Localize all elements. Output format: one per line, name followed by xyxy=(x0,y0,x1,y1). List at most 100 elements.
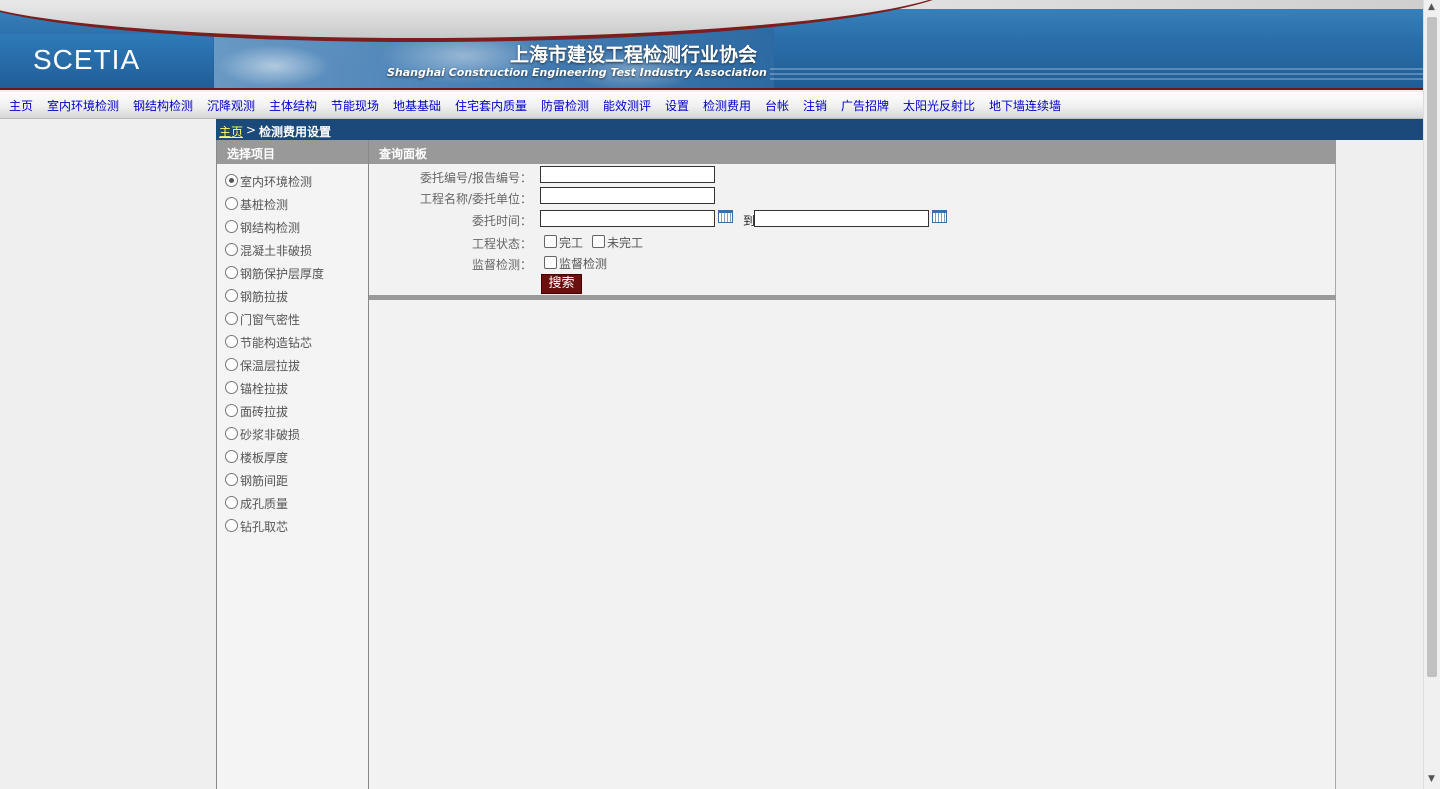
project-select-panel: 选择项目 室内环境检测基桩检测钢结构检测混凝土非破损 钢筋保护层厚度钢筋拉拔门窗气… xyxy=(216,140,369,789)
status-done-label: 完工 xyxy=(559,236,584,250)
project-select-header: 选择项目 xyxy=(217,140,368,164)
project-radio-option[interactable]: 钢筋间距 xyxy=(225,472,288,492)
checkbox-icon[interactable] xyxy=(544,256,557,269)
status-done-option[interactable]: 完工 xyxy=(544,234,583,251)
nav-item-foundation[interactable]: 地基基础 xyxy=(393,97,441,114)
project-radio-option[interactable]: 保温层拉拔 xyxy=(225,357,300,377)
project-radio-label: 钢结构检测 xyxy=(240,221,301,235)
project-radio-option[interactable]: 成孔质量 xyxy=(225,495,288,515)
logo: SCETIA xyxy=(33,44,141,75)
radio-icon[interactable] xyxy=(225,243,238,256)
radio-icon[interactable] xyxy=(225,266,238,279)
project-select-title: 选择项目 xyxy=(227,147,276,161)
project-radio-option[interactable]: 钢结构检测 xyxy=(225,219,300,239)
project-radio-label: 钢筋拉拔 xyxy=(240,290,289,304)
scroll-up-arrow-icon[interactable]: ▲ xyxy=(1428,2,1435,12)
project-input[interactable] xyxy=(540,187,715,204)
query-panel: 查询面板 委托编号/报告编号： 工程名称/委托单位： 委托时间： 到 工程状态：… xyxy=(368,140,1336,789)
calendar-icon[interactable] xyxy=(932,210,947,223)
time-from-input[interactable] xyxy=(540,210,715,227)
radio-icon[interactable] xyxy=(225,450,238,463)
nav-item-home[interactable]: 主页 xyxy=(9,97,33,114)
radio-icon[interactable] xyxy=(225,312,238,325)
search-button[interactable]: 搜索 xyxy=(541,274,582,294)
status-undone-option[interactable]: 未完工 xyxy=(592,234,643,251)
scroll-down-arrow-icon[interactable]: ▼ xyxy=(1428,774,1435,784)
results-area xyxy=(369,300,1335,789)
radio-icon[interactable] xyxy=(225,197,238,210)
main-nav: 主页 室内环境检测 钢结构检测 沉降观测 主体结构 节能现场 地基基础 住宅套内… xyxy=(0,92,1423,119)
project-radio-label: 钻孔取芯 xyxy=(240,520,289,534)
nav-item-lightning[interactable]: 防雷检测 xyxy=(541,97,589,114)
nav-item-energy-site[interactable]: 节能现场 xyxy=(331,97,379,114)
project-radio-label: 节能构造钻芯 xyxy=(240,336,313,350)
radio-icon[interactable] xyxy=(225,289,238,302)
banner-stripes xyxy=(770,68,1423,80)
project-radio-option[interactable]: 混凝土非破损 xyxy=(225,242,312,262)
nav-item-settlement[interactable]: 沉降观测 xyxy=(207,97,255,114)
project-radio-label: 钢筋间距 xyxy=(240,474,289,488)
radio-icon[interactable] xyxy=(225,427,238,440)
project-radio-option[interactable]: 面砖拉拔 xyxy=(225,403,288,423)
nav-item-fees[interactable]: 检测费用 xyxy=(703,97,751,114)
radio-icon[interactable] xyxy=(225,174,238,187)
supervise-label: 监督检测： xyxy=(471,258,532,272)
project-radio-option[interactable]: 楼板厚度 xyxy=(225,449,288,469)
banner-bottom-border xyxy=(0,88,1423,90)
checkbox-icon[interactable] xyxy=(592,235,605,248)
radio-icon[interactable] xyxy=(225,335,238,348)
project-radio-option[interactable]: 基桩检测 xyxy=(225,196,288,216)
scroll-thumb[interactable] xyxy=(1427,17,1437,677)
project-radio-label: 锚栓拉拔 xyxy=(240,382,289,396)
number-label: 委托编号/报告编号： xyxy=(419,171,532,185)
number-input[interactable] xyxy=(540,166,715,183)
site-title-cn: 上海市建设工程检测行业协会 xyxy=(510,44,758,66)
nav-item-logout[interactable]: 注销 xyxy=(803,97,827,114)
breadcrumb-current: 检测费用设置 xyxy=(259,125,332,139)
project-radio-label: 保温层拉拔 xyxy=(240,359,301,373)
nav-item-housing[interactable]: 住宅套内质量 xyxy=(455,97,527,114)
nav-item-solar[interactable]: 太阳光反射比 xyxy=(903,97,975,114)
project-radio-option[interactable]: 门窗气密性 xyxy=(225,311,300,331)
project-radio-label: 室内环境检测 xyxy=(240,175,313,189)
radio-icon[interactable] xyxy=(225,404,238,417)
nav-item-indoor[interactable]: 室内环境检测 xyxy=(47,97,119,114)
nav-item-efficiency[interactable]: 能效测评 xyxy=(603,97,651,114)
breadcrumb-home-link[interactable]: 主页 xyxy=(219,123,243,140)
project-radio-option[interactable]: 节能构造钻芯 xyxy=(225,334,312,354)
site-title-en: Shanghai Construction Engineering Test I… xyxy=(387,66,767,79)
project-radio-label: 成孔质量 xyxy=(240,497,289,511)
nav-item-ledger[interactable]: 台帐 xyxy=(765,97,789,114)
project-radio-option[interactable]: 钢筋拉拔 xyxy=(225,288,288,308)
nav-item-diaphragm-wall[interactable]: 地下墙连续墙 xyxy=(989,97,1061,114)
query-panel-title: 查询面板 xyxy=(379,147,428,161)
page-scrollbar[interactable]: ▲ ▼ xyxy=(1423,0,1440,789)
header-banner: SCETIA 上海市建设工程检测行业协会 Shanghai Constructi… xyxy=(0,0,1423,90)
radio-icon[interactable] xyxy=(225,519,238,532)
supervise-option[interactable]: 监督检测 xyxy=(544,255,607,272)
nav-item-main-structure[interactable]: 主体结构 xyxy=(269,97,317,114)
project-radio-option[interactable]: 钢筋保护层厚度 xyxy=(225,265,324,285)
project-radio-option[interactable]: 钻孔取芯 xyxy=(225,518,288,538)
status-undone-label: 未完工 xyxy=(607,236,644,250)
project-radio-option[interactable]: 锚栓拉拔 xyxy=(225,380,288,400)
time-to-input[interactable] xyxy=(754,210,929,227)
radio-icon[interactable] xyxy=(225,381,238,394)
calendar-icon[interactable] xyxy=(718,210,733,223)
radio-icon[interactable] xyxy=(225,496,238,509)
nav-item-settings[interactable]: 设置 xyxy=(665,97,689,114)
status-label: 工程状态： xyxy=(471,237,532,251)
project-radio-label: 门窗气密性 xyxy=(240,313,301,327)
checkbox-icon[interactable] xyxy=(544,235,557,248)
nav-item-signboard[interactable]: 广告招牌 xyxy=(841,97,889,114)
nav-item-steel[interactable]: 钢结构检测 xyxy=(133,97,193,114)
radio-icon[interactable] xyxy=(225,220,238,233)
project-radio-option[interactable]: 室内环境检测 xyxy=(225,173,312,193)
supervise-option-label: 监督检测 xyxy=(559,257,608,271)
project-radio-option[interactable]: 砂浆非破损 xyxy=(225,426,300,446)
project-radio-label: 楼板厚度 xyxy=(240,451,289,465)
project-label: 工程名称/委托单位： xyxy=(419,192,532,206)
radio-icon[interactable] xyxy=(225,358,238,371)
project-radio-label: 砂浆非破损 xyxy=(240,428,301,442)
radio-icon[interactable] xyxy=(225,473,238,486)
